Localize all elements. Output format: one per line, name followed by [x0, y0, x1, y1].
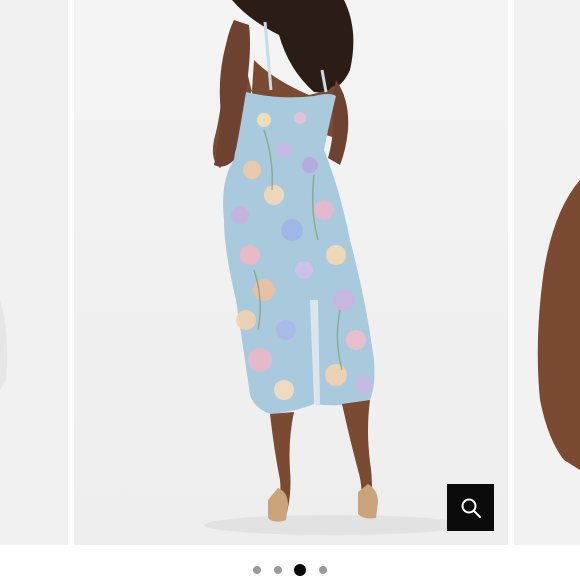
next-slide[interactable]	[514, 0, 580, 545]
pagination-dot-1[interactable]	[253, 566, 261, 574]
previous-slide[interactable]	[0, 0, 68, 545]
carousel-pagination	[0, 560, 580, 580]
dress-photo	[74, 0, 508, 545]
current-slide[interactable]	[74, 0, 508, 545]
pagination-dot-3[interactable]	[294, 564, 306, 576]
image-carousel[interactable]	[0, 0, 580, 545]
next-slide-image	[514, 0, 580, 545]
pagination-dot-2[interactable]	[274, 566, 282, 574]
previous-slide-image	[0, 0, 68, 545]
pagination-dot-4[interactable]	[319, 566, 327, 574]
zoom-button[interactable]	[447, 484, 494, 531]
magnifier-icon	[461, 498, 481, 518]
